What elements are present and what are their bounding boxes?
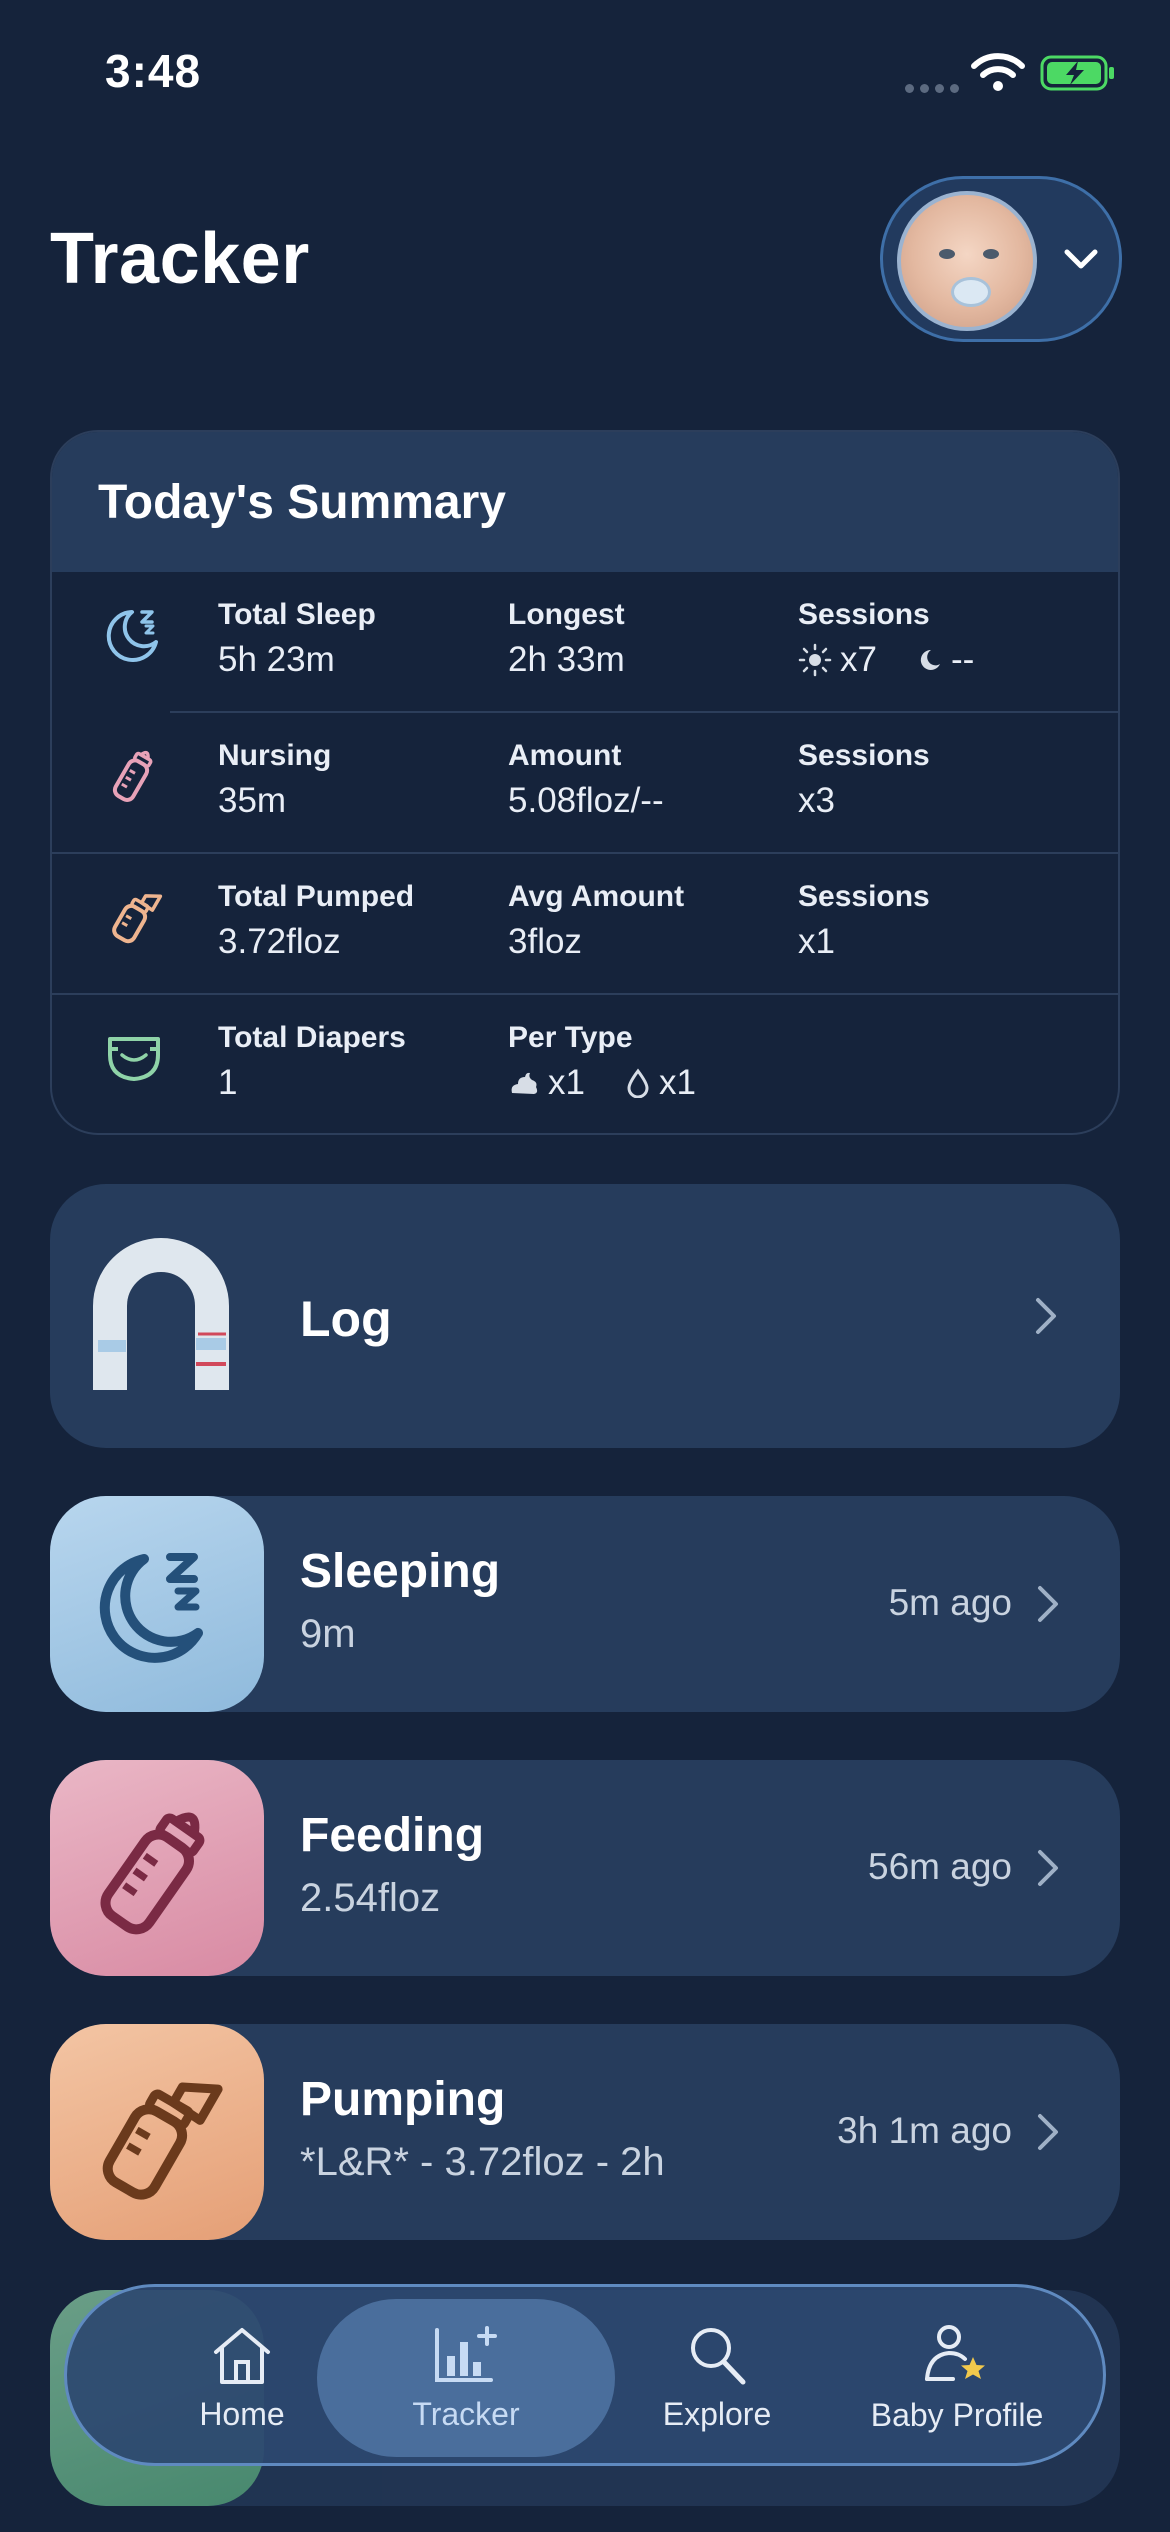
activity-subtitle: 2.54floz [300, 1876, 441, 1920]
chevron-right-icon [1038, 1586, 1058, 1622]
sleeping-tile [50, 1496, 264, 1712]
activity-card-pumping[interactable]: Pumping *L&R* - 3.72floz - 2h 3h 1m ago [50, 2024, 1120, 2240]
summary-row-pumping: Total Pumped 3.72floz Avg Amount 3floz Ses… [52, 854, 1118, 995]
cellular-icon [905, 80, 965, 98]
person-star-icon [925, 2324, 985, 2381]
night-sessions-count: -- [950, 640, 975, 679]
baby-switcher-button[interactable] [880, 176, 1122, 342]
poop-icon [511, 1072, 538, 1094]
home-icon [214, 2327, 270, 2384]
total-pumped-value: 3.72floz [218, 922, 341, 961]
longest-sleep-label: Longest [508, 598, 625, 631]
day-sessions-count: x7 [840, 640, 877, 679]
pumping-sessions-label: Sessions [798, 880, 930, 913]
status-time: 3:48 [105, 45, 202, 97]
chevron-right-icon [1038, 1850, 1058, 1886]
bottle-icon [112, 750, 153, 802]
nursing-value: 35m [218, 781, 287, 820]
avg-amount-label: Avg Amount [508, 880, 685, 913]
wet-diaper-count: x1 [658, 1063, 696, 1102]
total-diapers-value: 1 [218, 1063, 238, 1102]
tab-label: Explore [662, 2395, 772, 2432]
bottle-icon [100, 1812, 205, 1935]
summary-row-diapers: Total Diapers 1 Per Type x1 x1 [52, 995, 1118, 1133]
total-sleep-value: 5h 23m [218, 640, 335, 679]
longest-sleep-value: 2h 33m [508, 640, 625, 679]
tab-explore[interactable]: Explore [617, 2287, 817, 2469]
baby-avatar [897, 191, 1037, 331]
tab-label: Home [199, 2395, 285, 2432]
chart-add-icon [435, 2325, 497, 2382]
nursing-label: Nursing [218, 739, 332, 772]
moon-sleep-icon [99, 1553, 203, 1663]
moon-sleep-icon [106, 610, 158, 662]
log-card[interactable]: Log [50, 1184, 1120, 1448]
per-type-label: Per Type [508, 1021, 633, 1054]
activity-time: 56m ago [868, 1846, 1012, 1887]
moon-icon [920, 649, 940, 670]
tab-home[interactable]: Home [157, 2287, 327, 2469]
total-pumped-label: Total Pumped [218, 880, 415, 913]
activity-subtitle: 9m [300, 1612, 356, 1656]
nursing-amount-label: Amount [508, 739, 622, 772]
todays-summary-card[interactable]: Today's Summary Total Sleep 5h 23m Longes… [50, 430, 1120, 1135]
status-bar: 3:48 [0, 0, 1170, 150]
battery-charging-icon [1040, 55, 1114, 91]
summary-header: Today's Summary [52, 432, 1118, 572]
sun-icon [798, 643, 832, 677]
avg-amount-value: 3floz [508, 922, 582, 961]
activity-title: Sleeping [300, 1545, 501, 1598]
pumping-tile [50, 2024, 264, 2240]
nursing-sessions-label: Sessions [798, 739, 930, 772]
page-title: Tracker [50, 219, 310, 299]
breast-pump-icon [102, 2082, 223, 2200]
tab-label: Tracker [412, 2395, 520, 2432]
activity-title: Feeding [300, 1809, 485, 1862]
activity-subtitle: *L&R* - 3.72floz - 2h [300, 2140, 665, 2184]
feeding-tile [50, 1760, 264, 1976]
summary-row-sleep: Total Sleep 5h 23m Longest 2h 33m Sessions… [52, 572, 1118, 713]
nursing-sessions-value: x3 [798, 781, 835, 820]
activity-title: Pumping [300, 2073, 506, 2126]
wifi-icon [971, 53, 1025, 91]
tab-baby-profile[interactable]: Baby Profile [847, 2287, 1067, 2469]
nursing-amount-value: 5.08floz/-- [508, 781, 664, 820]
app-logo-icon [93, 1238, 229, 1390]
activity-card-feeding[interactable]: Feeding 2.54floz 56m ago [50, 1760, 1120, 1976]
water-drop-icon [627, 1068, 649, 1098]
diaper-icon [108, 1037, 160, 1081]
activity-time: 5m ago [888, 1582, 1012, 1623]
sleep-sessions-label: Sessions [798, 598, 930, 631]
activity-time: 3h 1m ago [837, 2110, 1012, 2151]
dirty-diaper-count: x1 [548, 1063, 585, 1102]
chevron-down-icon [1064, 249, 1098, 269]
activity-card-sleeping[interactable]: Sleeping 9m 5m ago [50, 1496, 1120, 1712]
breast-pump-icon [112, 894, 163, 944]
search-icon [691, 2327, 746, 2384]
pumping-sessions-value: x1 [798, 922, 835, 961]
summary-title: Today's Summary [98, 475, 506, 529]
total-diapers-label: Total Diapers [218, 1021, 406, 1054]
total-sleep-label: Total Sleep [218, 598, 376, 631]
chevron-right-icon [1036, 1298, 1056, 1334]
tab-label: Baby Profile [870, 2396, 1044, 2433]
summary-row-nursing: Nursing 35m Amount 5.08floz/-- Sessions x3 [52, 713, 1118, 854]
tab-bar: Home Tracker Explore Baby Profile [64, 2284, 1106, 2466]
tab-tracker[interactable]: Tracker [381, 2287, 551, 2469]
log-label: Log [300, 1291, 392, 1347]
chevron-right-icon [1038, 2114, 1058, 2150]
